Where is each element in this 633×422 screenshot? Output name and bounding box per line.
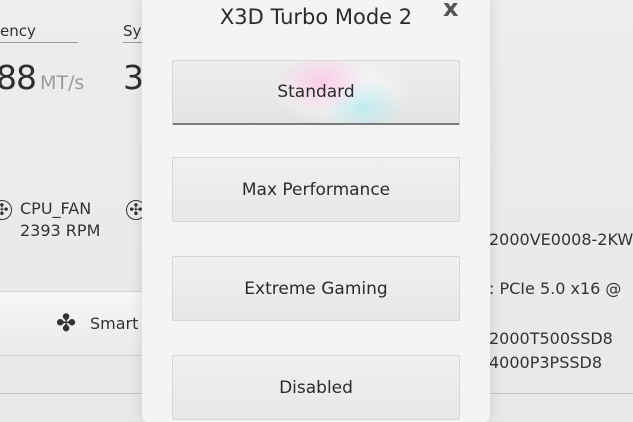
ssd-model-text-2: 4000P3PSSD8	[489, 353, 603, 372]
option-standard[interactable]: Standard	[172, 60, 460, 125]
system-value: 3	[123, 58, 144, 97]
dialog-title: X3D Turbo Mode 2	[219, 5, 413, 29]
x3d-turbo-mode-dialog: X3D Turbo Mode 2 x Standard Max Performa…	[142, 0, 490, 422]
device-id-text: 2000VE0008-2KW	[489, 230, 633, 249]
option-extreme-gaming[interactable]: Extreme Gaming	[172, 256, 460, 321]
close-icon[interactable]: x	[443, 0, 458, 20]
fan-rpm: 2393 RPM	[20, 221, 101, 240]
frequency-number: 88	[0, 58, 37, 97]
ssd-model-text-1: 2000T500SSD8	[489, 329, 613, 348]
fan-icon: ✤	[56, 309, 77, 337]
smart-fan-label: Smart	[90, 314, 139, 333]
pcie-link-text: : PCIe 5.0 x16 @	[489, 279, 622, 298]
fan-icon: ✣	[0, 200, 12, 220]
memory-frequency-value: 88 MT/s	[0, 58, 84, 97]
option-disabled[interactable]: Disabled	[172, 355, 460, 420]
cpu-fan-readout: ✣ CPU_FAN 2393 RPM	[0, 198, 100, 242]
option-max-performance[interactable]: Max Performance	[172, 157, 460, 222]
fan-name: CPU_FAN	[20, 199, 92, 218]
frequency-unit: MT/s	[40, 72, 85, 94]
memory-frequency-label: ency	[0, 22, 78, 43]
